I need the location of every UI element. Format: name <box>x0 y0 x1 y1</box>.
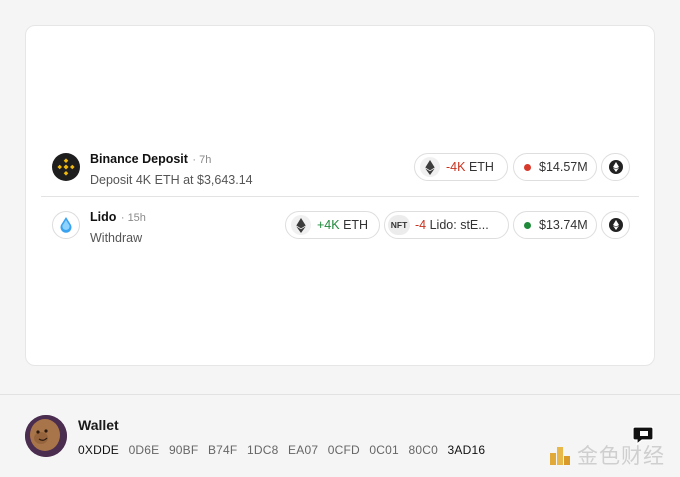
nft-name: Lido: stE... <box>429 218 489 232</box>
address-group: 0C01 <box>369 443 399 457</box>
transaction-time: · 7h <box>192 154 212 166</box>
transaction-description: Deposit 4K ETH at $3,643.14 <box>90 173 253 187</box>
chain-eth-button[interactable] <box>601 153 630 181</box>
usd-value: $13.74M <box>539 218 588 232</box>
nft-badge-icon: NFT <box>388 215 410 235</box>
address-group: B74F <box>207 443 238 457</box>
token-change-amount: -4K <box>446 160 466 174</box>
gain-dot-icon <box>524 221 531 229</box>
nft-change-amount: -4 <box>415 218 427 232</box>
eth-chain-icon <box>608 160 623 174</box>
transaction-row-binance[interactable]: Binance Deposit · 7h Deposit 4K ETH at $… <box>41 139 639 195</box>
transaction-row-lido[interactable]: Lido · 15h Withdraw +4K ETH NFT -4 Lido:… <box>41 197 639 253</box>
eth-chain-icon <box>608 218 623 232</box>
transaction-description: Withdraw <box>90 231 143 245</box>
wallet-label: Wallet <box>78 417 119 433</box>
transactions-card: Binance Deposit · 7h Deposit 4K ETH at $… <box>25 25 655 366</box>
token-change-pill[interactable]: -4K ETH <box>414 153 508 181</box>
transaction-title: Binance Deposit <box>90 152 188 166</box>
address-group: 90BF <box>168 443 199 457</box>
address-group: 3AD16 <box>447 443 486 457</box>
loss-dot-icon <box>524 163 531 171</box>
address-group: 0D6E <box>128 443 160 457</box>
address-group: 1DC8 <box>247 443 279 457</box>
address-group: 0XDDE <box>78 443 120 457</box>
address-group: 0CFD <box>327 443 360 457</box>
transaction-time: · 15h <box>120 212 146 224</box>
usd-value-pill[interactable]: $13.74M <box>513 211 597 239</box>
watermark-logo-icon <box>550 447 570 465</box>
nft-change-pill[interactable]: NFT -4 Lido: stE... <box>384 211 509 239</box>
wallet-avatar[interactable] <box>25 415 67 457</box>
watermark-text: 金色财经 <box>577 444 665 468</box>
token-symbol: ETH <box>468 160 494 174</box>
eth-icon <box>420 157 440 177</box>
address-group: 80C0 <box>408 443 438 457</box>
usd-value-pill[interactable]: $14.57M <box>513 153 597 181</box>
watermark: 金色财经 <box>548 440 665 470</box>
chain-eth-button[interactable] <box>601 211 630 239</box>
eth-icon <box>291 215 311 235</box>
wallet-address[interactable]: 0XDDE 0D6E 90BF B74F 1DC8 EA07 0CFD 0C01… <box>78 443 491 457</box>
address-group: EA07 <box>288 443 319 457</box>
transaction-title: Lido <box>90 210 117 224</box>
usd-value: $14.57M <box>539 160 588 174</box>
token-change-amount: +4K <box>317 218 340 232</box>
token-change-pill[interactable]: +4K ETH <box>285 211 380 239</box>
token-symbol: ETH <box>343 218 369 232</box>
binance-logo-icon <box>52 153 80 181</box>
lido-logo-icon <box>52 211 80 239</box>
